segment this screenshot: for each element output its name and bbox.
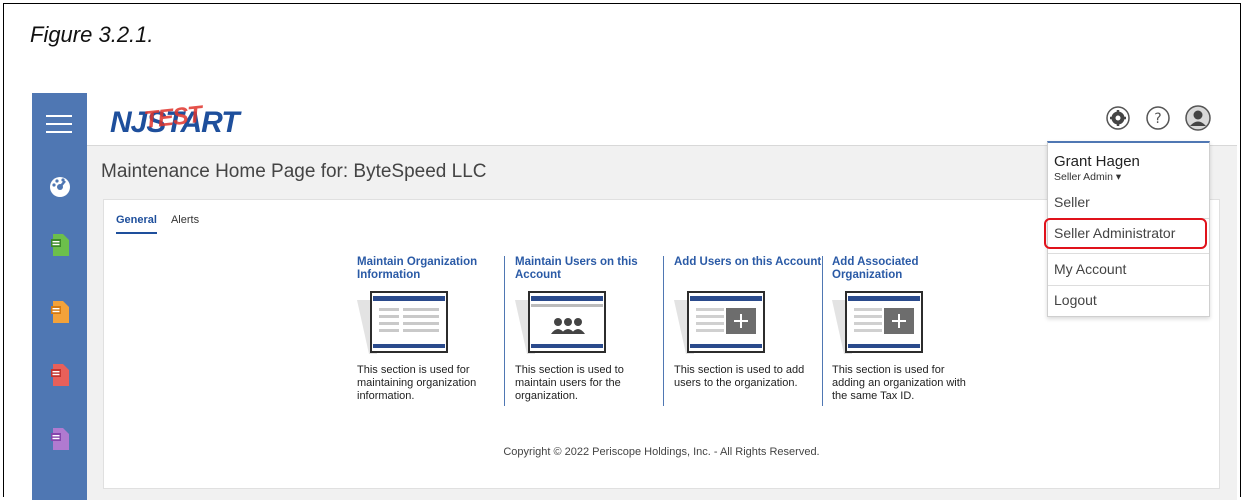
document-red-icon[interactable] — [46, 361, 74, 389]
tile-maintain-organization[interactable]: Maintain Organization Information This s… — [357, 256, 505, 403]
document-green-icon[interactable] — [46, 231, 74, 259]
users-group-icon[interactable] — [515, 288, 610, 354]
tile-add-users[interactable]: Add Users on this Account This section i… — [674, 256, 822, 390]
tile-divider — [504, 256, 505, 406]
tab-general[interactable]: General — [116, 214, 157, 234]
copyright-text: Copyright © 2022 Periscope Holdings, Inc… — [503, 446, 820, 458]
tile-description: This section is used for maintaining org… — [357, 364, 477, 402]
page-title: Maintenance Home Page for: ByteSpeed LLC — [101, 161, 487, 182]
tile-description: This section is used for adding an organ… — [832, 364, 966, 402]
tile-title[interactable]: Maintain Users on this Account — [515, 256, 663, 284]
tile-divider — [663, 256, 664, 406]
tile-divider — [822, 256, 823, 406]
menu-divider — [1048, 285, 1209, 286]
tile-description: This section is used to maintain users f… — [515, 364, 624, 402]
sidebar — [32, 93, 87, 500]
tile-description: This section is used to add users to the… — [674, 364, 805, 389]
njstart-logo[interactable]: NJSTART TEST — [110, 101, 240, 140]
header-icons: ? — [1105, 105, 1211, 131]
figure-caption: Figure 3.2.1. — [30, 22, 154, 47]
tile-title[interactable]: Maintain Organization Information — [357, 256, 505, 284]
user-icon[interactable] — [1185, 105, 1211, 131]
user-name: Grant Hagen — [1054, 153, 1140, 170]
user-role-selector[interactable]: Seller Admin ▾ — [1054, 171, 1121, 183]
organization-info-icon[interactable] — [357, 288, 452, 354]
svg-text:?: ? — [1154, 111, 1161, 127]
tile-title[interactable]: Add Associated Organization — [832, 256, 980, 284]
gear-icon[interactable] — [1105, 105, 1131, 131]
menu-item-my-account[interactable]: My Account — [1054, 261, 1126, 277]
add-organization-icon[interactable] — [832, 288, 927, 354]
hamburger-menu-icon[interactable] — [46, 115, 72, 133]
test-overlay-label: TEST — [142, 101, 203, 134]
add-users-icon[interactable] — [674, 288, 769, 354]
tab-alerts[interactable]: Alerts — [171, 214, 199, 234]
dashboard-icon[interactable] — [46, 173, 74, 201]
menu-item-logout[interactable]: Logout — [1054, 292, 1097, 308]
document-purple-icon[interactable] — [46, 425, 74, 453]
help-icon[interactable]: ? — [1145, 105, 1171, 131]
menu-divider — [1048, 253, 1209, 254]
top-bar: NJSTART TEST ? — [87, 93, 1237, 146]
menu-item-seller[interactable]: Seller — [1054, 194, 1090, 210]
user-dropdown-menu: Grant Hagen Seller Admin ▾ Seller Seller… — [1044, 141, 1210, 317]
tile-title[interactable]: Add Users on this Account — [674, 256, 822, 284]
document-orange-icon[interactable] — [46, 298, 74, 326]
tile-maintain-users[interactable]: Maintain Users on this Account This sect… — [515, 256, 663, 403]
tile-add-associated-organization[interactable]: Add Associated Organization This section… — [832, 256, 980, 403]
highlight-box — [1044, 218, 1207, 249]
tab-bar: General Alerts — [116, 214, 199, 234]
